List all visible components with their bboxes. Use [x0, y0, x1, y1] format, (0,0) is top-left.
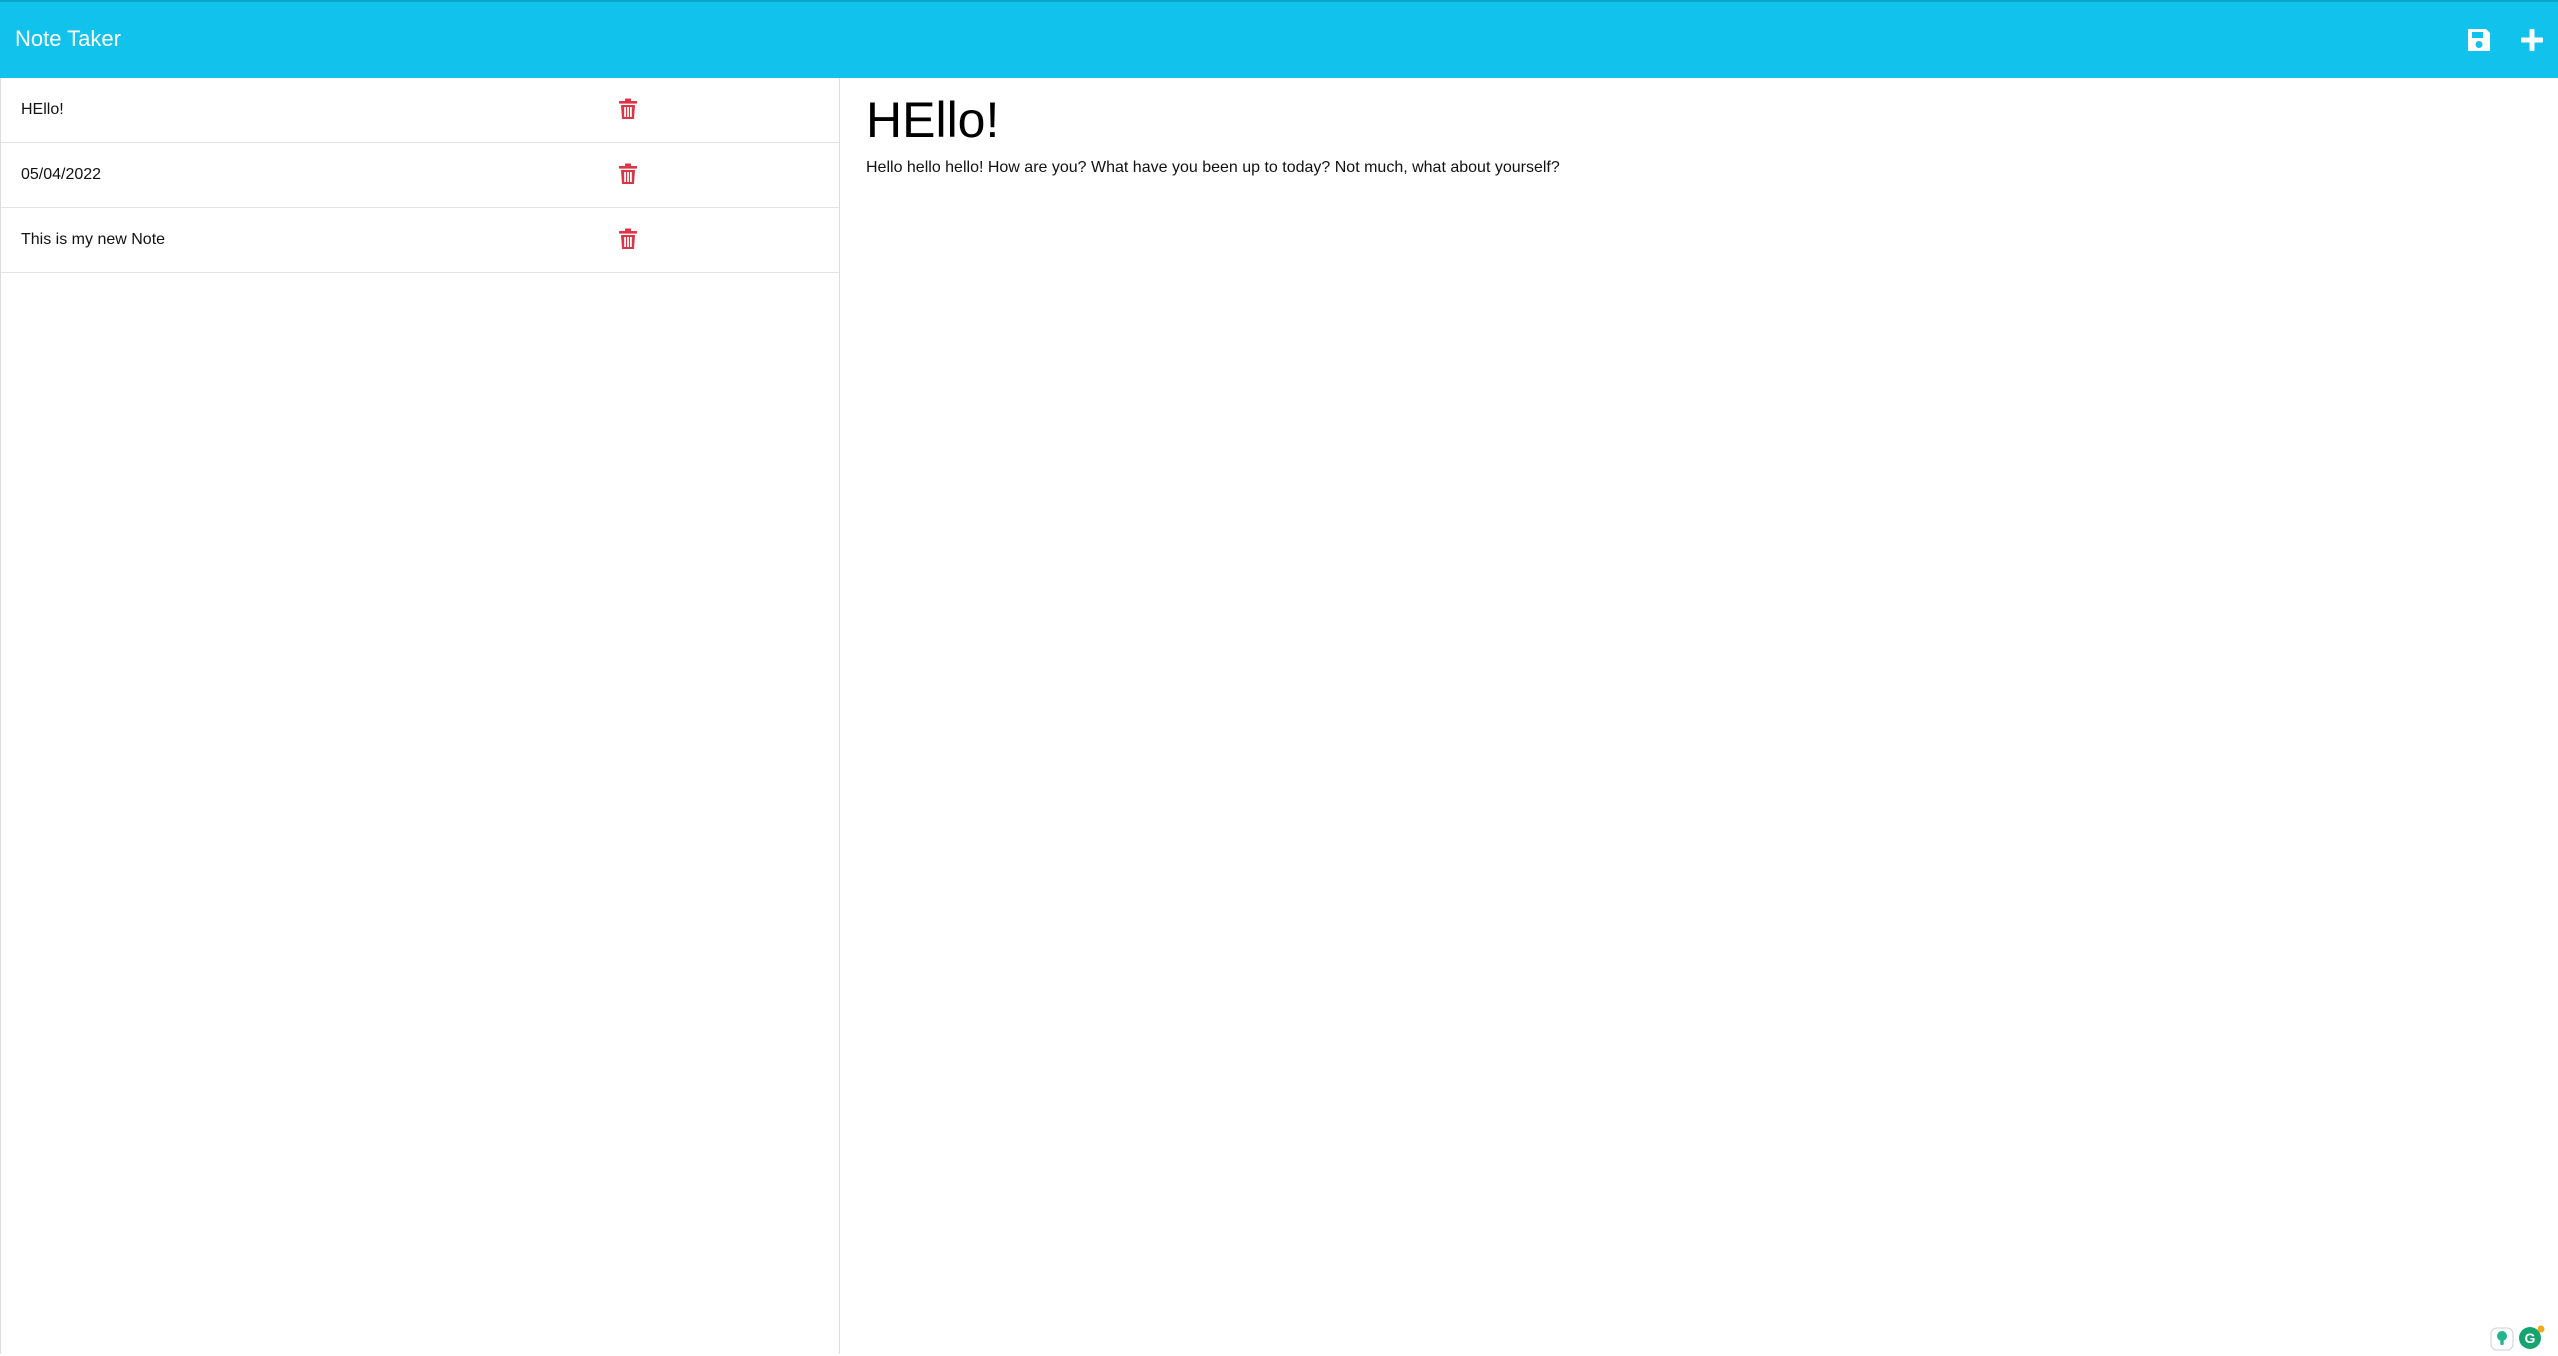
plus-icon — [2521, 29, 2543, 51]
new-note-icon[interactable] — [2518, 26, 2546, 54]
note-list-title[interactable]: This is my new Note — [21, 230, 165, 250]
trash-icon — [619, 228, 637, 249]
delete-note-icon[interactable] — [618, 228, 638, 250]
note-editor: HEllo! Hello hello hello! How are you? W… — [840, 78, 2558, 1354]
navbar: Note Taker — [0, 0, 2558, 78]
save-note-icon[interactable] — [2465, 26, 2493, 54]
note-list-panel: HEllo! 05/04/2022 This is my new Note — [0, 78, 840, 1354]
trash-icon — [619, 98, 637, 119]
lightbulb-icon — [2497, 1331, 2507, 1341]
floppy-disk-icon — [2468, 29, 2490, 51]
list-item[interactable]: 05/04/2022 — [1, 143, 839, 208]
browser-extension-badges: G — [2488, 1325, 2548, 1351]
note-text-field[interactable]: Hello hello hello! How are you? What hav… — [866, 158, 1560, 178]
notification-dot-icon — [2537, 1325, 2545, 1333]
list-item[interactable]: HEllo! — [1, 78, 839, 143]
note-list-title[interactable]: 05/04/2022 — [21, 165, 101, 185]
note-list: HEllo! 05/04/2022 This is my new Note — [1, 78, 839, 273]
delete-note-icon[interactable] — [618, 163, 638, 185]
trash-icon — [619, 163, 637, 184]
delete-note-icon[interactable] — [618, 98, 638, 120]
list-item[interactable]: This is my new Note — [1, 208, 839, 273]
svg-text:G: G — [2525, 1330, 2536, 1346]
app-title[interactable]: Note Taker — [15, 24, 121, 54]
note-list-title[interactable]: HEllo! — [21, 100, 64, 120]
note-title-field[interactable]: HEllo! — [866, 90, 999, 150]
